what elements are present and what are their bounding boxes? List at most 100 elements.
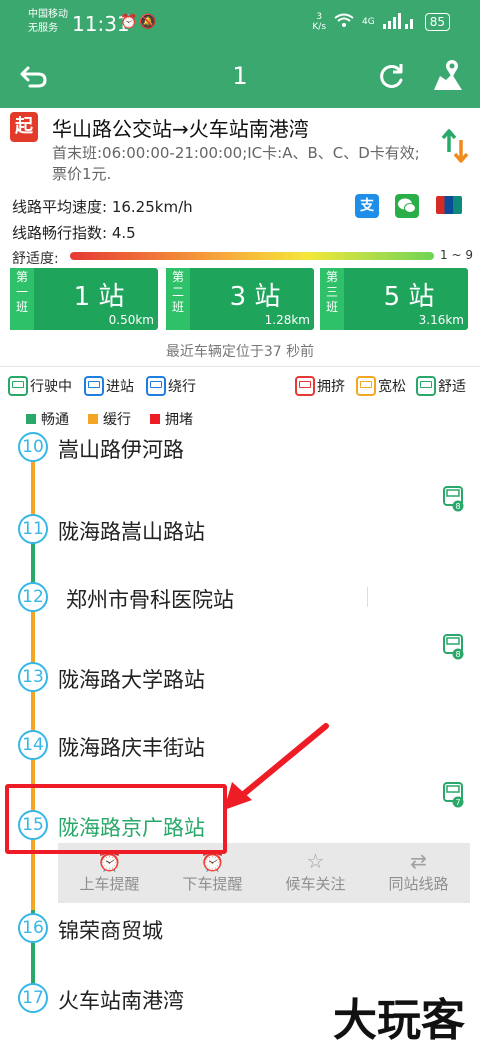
traffic-label: 畅通 [41,412,69,428]
carrier-service: 无服务 [28,23,58,34]
annotation-arrow [224,723,329,810]
station-name[interactable]: 嵩山路伊河路 [58,434,184,464]
legend-crowded: 拥挤 [295,376,345,396]
station-number: 12 [18,582,48,612]
station-name[interactable]: 锦荣商贸城 [58,915,163,945]
net-speed-value: 3 [316,12,323,22]
map-icon[interactable] [432,58,464,92]
highlight-box [5,784,227,854]
station-name[interactable]: 陇海路大学路站 [58,664,205,694]
recent-location-text: 最近车辆定位于37 秒前 [165,344,315,360]
follow-station-button[interactable]: ☆ 候车关注 [264,843,367,903]
order-char: 班 [15,300,28,314]
unionpay-icon[interactable] [436,196,462,214]
notification-icons: ⏰🔕 [120,14,159,30]
bus-distance: 3.16km [418,313,464,327]
bus-distance: 1.28km [264,313,310,327]
bus-detour-icon [146,376,166,396]
comfort-label: 舒适度: [12,251,59,267]
route-number-title: 1 [232,62,248,90]
bus-order-label: 第 二 班 [166,268,190,330]
station-name[interactable]: 郑州市骨科医院站 [66,584,234,614]
bus-order-label: 第 一 班 [10,268,34,330]
bus-plate-number: 8 [455,650,460,659]
bus-plate-number: 8 [455,502,460,511]
same-station-lines-button[interactable]: ⇄ 同站线路 [367,843,470,903]
watermark-logo: 大玩客 [333,995,465,1040]
bus-stops-away: 1 站 [73,282,125,312]
bus-position-icon[interactable]: 7 [443,782,465,808]
jam-swatch [150,414,160,424]
bus-comfortable-icon [416,376,436,396]
order-char: 第 [171,270,184,284]
star-icon: ☆ [306,849,325,873]
station-number: 14 [18,730,48,760]
bus-entering-icon [84,376,104,396]
legend-label: 绕行 [168,379,196,395]
carrier-name: 中国移动 [28,9,68,20]
legend-driving: 行驶中 [8,376,72,396]
signal-icon [382,12,417,32]
toolbar: 1 [0,46,480,108]
bus-order-label: 第 三 班 [320,268,344,330]
bus-position-icon[interactable]: 8 [443,634,465,660]
wechat-icon[interactable] [395,194,419,218]
legend-label: 宽松 [378,379,406,395]
bus-stops-away: 5 站 [383,282,435,312]
bus-card-third[interactable]: 第 三 班 5 站 3.16km [320,268,468,330]
bus-loose-icon [356,376,376,396]
traffic-label: 拥堵 [165,412,193,428]
action-label: 候车关注 [285,875,346,893]
order-char: 二 [171,285,184,299]
divider [367,587,368,607]
line-flow-index: 线路畅行指数: 4.5 [12,224,136,242]
legend-detour: 绕行 [146,376,196,396]
station-number: 10 [18,432,48,462]
order-char: 第 [15,270,28,284]
smooth-swatch [26,414,36,424]
station-number: 13 [18,662,48,692]
order-char: 第 [325,270,338,284]
status-bar: 中国移动 无服务 11:31 ⏰🔕 3 K/s 4G 85 [0,0,480,46]
net-speed: 3 K/s [312,12,326,32]
station-name[interactable]: 陇海路庆丰街站 [58,732,205,762]
station-name[interactable]: 火车站南港湾 [58,985,184,1015]
legend-label: 行驶中 [30,379,72,395]
route-title: 华山路公交站→火车站南港湾 [52,117,309,141]
comfort-scale-bar [70,252,434,260]
system-indicators: 3 K/s 4G 85 [312,12,450,32]
bus-crowded-icon [295,376,315,396]
bus-card-first[interactable]: 第 一 班 1 站 0.50km [10,268,158,330]
line-average-speed: 线路平均速度: 16.25km/h [12,198,193,216]
slow-swatch [88,414,98,424]
bus-card-second[interactable]: 第 二 班 3 站 1.28km [166,268,314,330]
legend-comfortable: 舒适 [416,376,466,396]
bus-position-icon[interactable]: 8 [443,486,465,512]
traffic-label: 缓行 [103,412,131,428]
wifi-icon [334,13,354,32]
traffic-jam: 拥堵 [150,409,193,429]
divider [0,366,480,367]
route-schedule-info: 首末班:06:00:00-21:00:00;IC卡:A、B、C、D卡有效;票价1… [52,144,420,183]
order-char: 班 [325,300,338,314]
traffic-smooth: 畅通 [26,409,69,429]
legend-label: 拥挤 [317,379,345,395]
net-speed-unit: K/s [312,22,327,32]
legend-label: 进站 [106,379,134,395]
action-label: 上车提醒 [79,875,140,893]
network-type: 4G [362,17,375,27]
swap-direction-icon[interactable] [440,128,470,164]
station-name[interactable]: 陇海路嵩山路站 [58,516,205,546]
bus-plate-number: 7 [455,798,460,807]
action-label: 下车提醒 [182,875,243,893]
refresh-icon[interactable] [375,60,407,92]
order-char: 三 [325,285,338,299]
battery-indicator: 85 [424,13,450,31]
start-badge: 起 [10,112,38,142]
station-number: 11 [18,514,48,544]
swap-arrows-icon: ⇄ [410,849,427,873]
legend-loose: 宽松 [356,376,406,396]
comfort-range: 1 ~ 9 [440,248,473,262]
order-char: 一 [15,285,28,299]
alipay-icon[interactable]: 支 [355,194,379,218]
